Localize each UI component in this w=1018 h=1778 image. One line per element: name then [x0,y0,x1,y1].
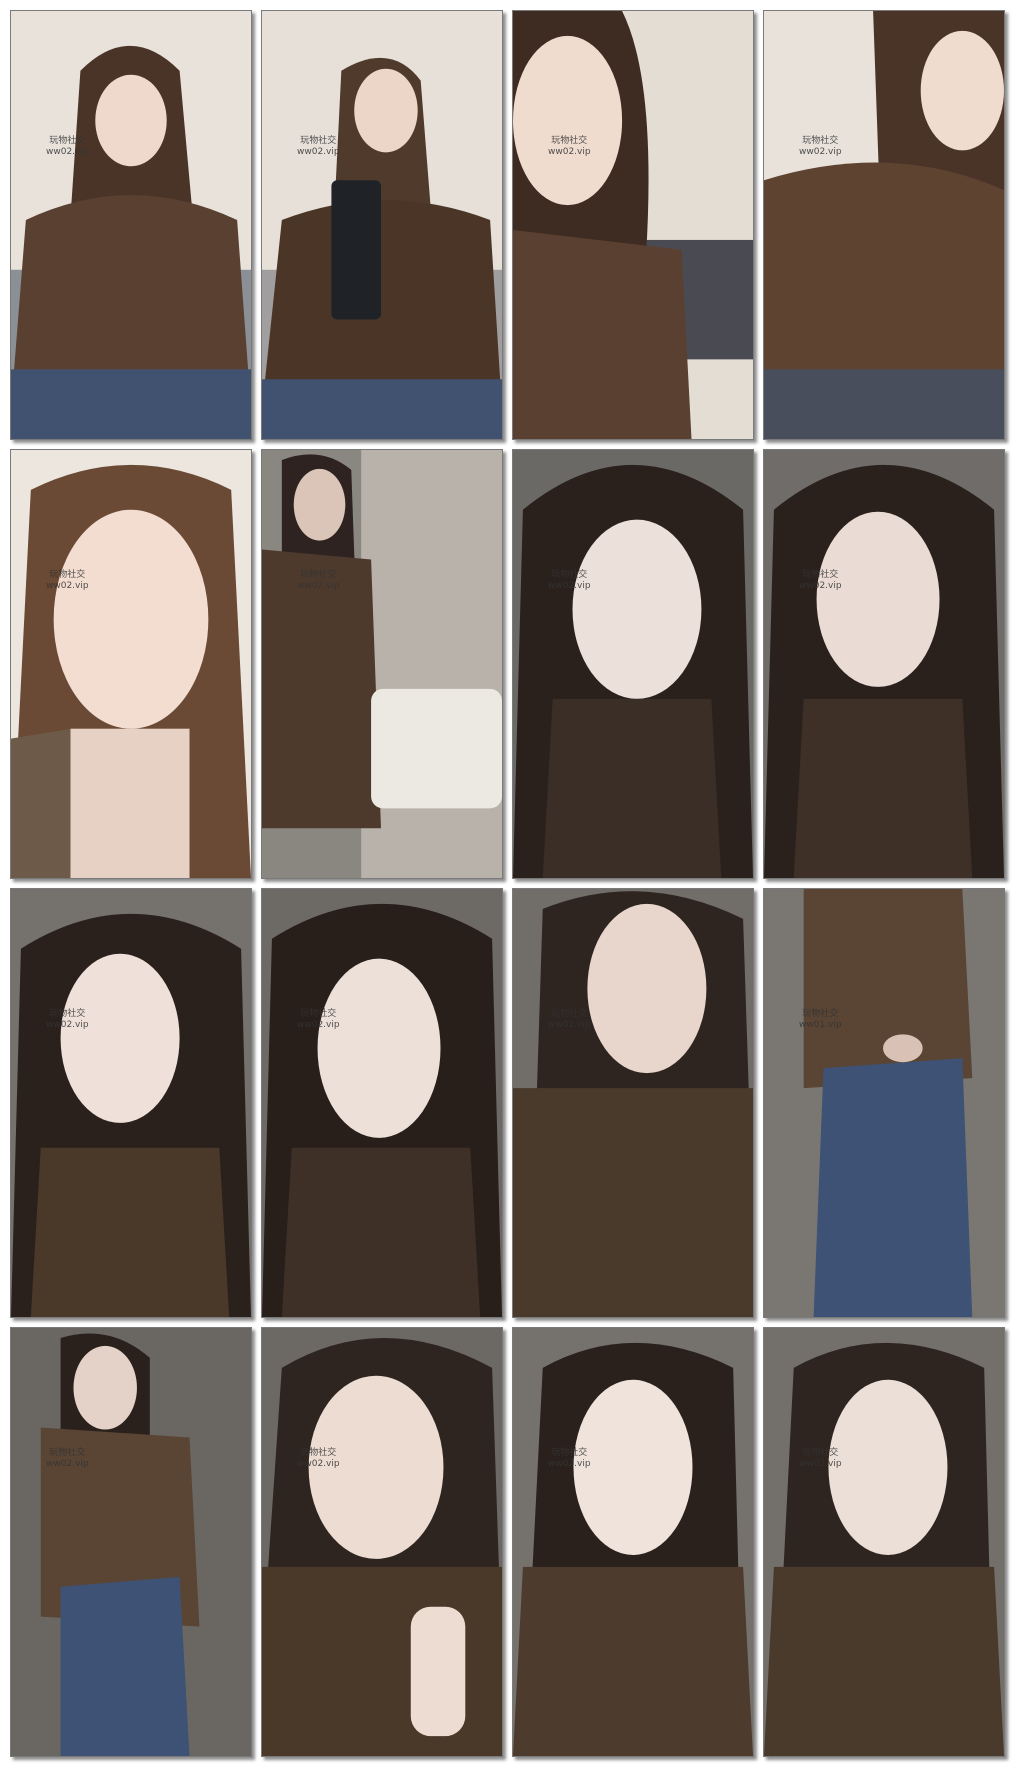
frame-image [11,11,251,439]
watermark: 玩物社交 ww02.vip [548,570,591,591]
frame-thumbnail: 玩物社交 ww02.vip [763,449,1005,879]
frame-image [262,11,502,439]
watermark: 玩物社交 ww01.vip [799,1009,842,1030]
frame-image [11,889,251,1317]
frame-image [262,1328,502,1756]
frame-thumbnail: 玩物社交 ww02.vip [261,1327,503,1757]
frame-thumbnail: 玩物社交 ww02.vip [261,449,503,879]
frame-thumbnail: 玩物社交 ww02.vip [512,449,754,879]
frame-thumbnail: 玩物社交 ww02.vip [512,888,754,1318]
frame-image [764,450,1004,878]
frame-image [513,450,753,878]
frame-image [764,11,1004,439]
watermark: 玩物社交 ww02.vip [46,570,89,591]
frame-thumbnail: 玩物社交 ww02.vip [10,10,252,440]
frame-thumbnail: 玩物社交 ww01.vip [763,888,1005,1318]
watermark: 玩物社交 ww02.vip [46,1448,89,1469]
thumbnail-grid: 玩物社交 ww02.vip 玩物社交 ww02.vip 玩物社交 ww02.vip [0,0,1018,1778]
watermark: 玩物社交 ww02.vip [799,570,842,591]
watermark: 玩物社交 ww02.vip [297,570,340,591]
frame-thumbnail: 玩物社交 ww02.vip [10,1327,252,1757]
frame-thumbnail: 玩物社交 ww02.vip [512,10,754,440]
watermark: 玩物社交 ww02.vip [799,1448,842,1469]
frame-thumbnail: 玩物社交 ww02.vip [10,888,252,1318]
frame-image [262,889,502,1317]
watermark: 玩物社交 ww02.vip [297,1448,340,1469]
frame-image [764,889,1004,1317]
frame-image [262,450,502,878]
frame-thumbnail: 玩物社交 ww02.vip [512,1327,754,1757]
watermark: 玩物社交 ww02.vip [548,136,591,157]
frame-image [513,11,753,439]
watermark: 玩物社交 ww02.vip [799,136,842,157]
watermark: 玩物社交 ww02.vip [46,136,89,157]
frame-image [513,889,753,1317]
frame-thumbnail: 玩物社交 ww02.vip [261,888,503,1318]
watermark: 玩物社交 ww02.vip [548,1009,591,1030]
watermark: 玩物社交 ww02.vip [297,136,340,157]
watermark: 玩物社交 ww02.vip [297,1009,340,1030]
frame-thumbnail: 玩物社交 ww02.vip [261,10,503,440]
frame-thumbnail: 玩物社交 ww02.vip [763,1327,1005,1757]
frame-thumbnail: 玩物社交 ww02.vip [763,10,1005,440]
watermark: 玩物社交 ww02.vip [548,1448,591,1469]
frame-thumbnail: 玩物社交 ww02.vip [10,449,252,879]
frame-image [513,1328,753,1756]
frame-image [764,1328,1004,1756]
frame-image [11,1328,251,1756]
frame-image [11,450,251,878]
watermark: 玩物社交 ww02.vip [46,1009,89,1030]
